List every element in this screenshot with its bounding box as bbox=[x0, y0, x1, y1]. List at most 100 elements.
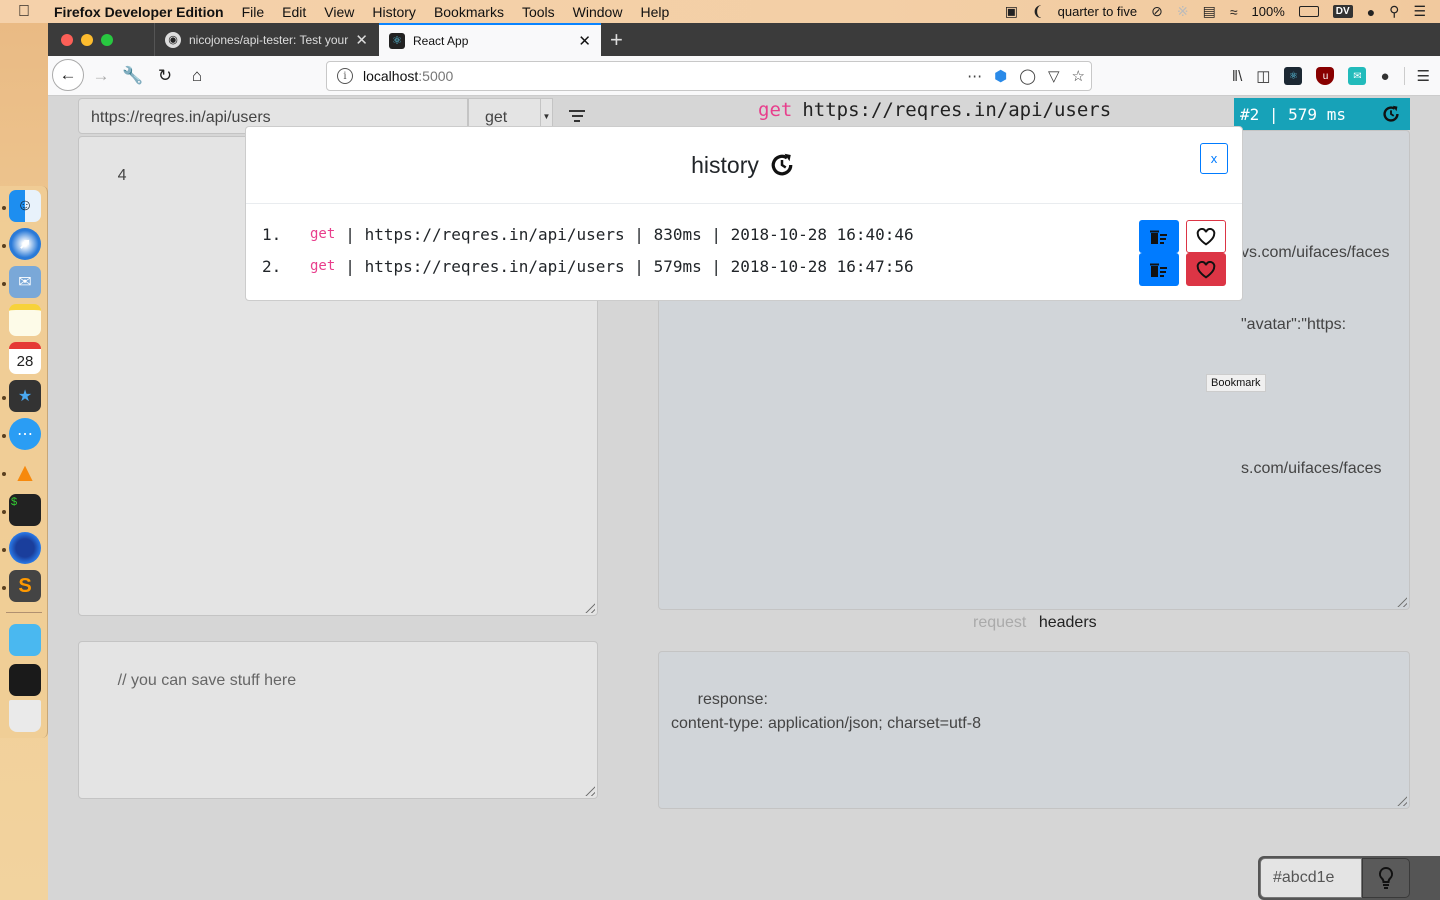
response-line: vs.com/uifaces/faces bbox=[1241, 244, 1390, 261]
email-extension-icon[interactable]: ✉ bbox=[1348, 67, 1367, 85]
minimize-window-button[interactable] bbox=[81, 34, 93, 46]
folder-icon[interactable] bbox=[9, 624, 41, 656]
delete-entry-button[interactable] bbox=[1139, 253, 1179, 286]
bookmark-entry-button-active[interactable] bbox=[1186, 253, 1226, 286]
dv-icon[interactable]: DV bbox=[1332, 5, 1353, 18]
reload-button[interactable]: ↻ bbox=[152, 63, 178, 89]
vlc-icon[interactable]: ▲ bbox=[9, 456, 41, 488]
ublock-icon[interactable]: u bbox=[1316, 67, 1335, 85]
menu-edit[interactable]: Edit bbox=[282, 4, 306, 20]
notes-editor[interactable]: // you can save stuff here bbox=[78, 641, 598, 799]
history-entry[interactable]: 1. get | https://reqres.in/api/users | 8… bbox=[262, 218, 1226, 250]
menubar-app-name[interactable]: Firefox Developer Edition bbox=[54, 4, 224, 20]
extension-dots-icon[interactable]: ● bbox=[1380, 68, 1389, 85]
resize-handle[interactable] bbox=[1395, 595, 1407, 607]
new-tab-button[interactable]: + bbox=[610, 27, 623, 53]
safari-icon[interactable]: ➚ bbox=[9, 228, 41, 260]
trash-icon[interactable] bbox=[9, 700, 41, 732]
history-icon[interactable] bbox=[1380, 103, 1402, 125]
filter-icon-line bbox=[571, 115, 583, 117]
filter-icon-line bbox=[574, 120, 580, 122]
separator: | bbox=[624, 224, 654, 244]
resize-handle[interactable] bbox=[583, 784, 595, 796]
resize-handle[interactable] bbox=[583, 601, 595, 613]
response-line: s.com/uifaces/faces bbox=[1241, 460, 1382, 477]
lightbulb-icon bbox=[1378, 866, 1394, 889]
apple-menu-icon[interactable]:  bbox=[18, 3, 40, 21]
notes-icon[interactable] bbox=[9, 304, 41, 336]
close-window-button[interactable] bbox=[61, 34, 73, 46]
bluetooth-icon[interactable]: ※ bbox=[1177, 3, 1189, 20]
bookmark-star-icon[interactable]: ☆ bbox=[1072, 67, 1085, 85]
entry-timestamp: 2018-10-28 16:40:46 bbox=[730, 224, 914, 244]
entry-time: 579ms bbox=[653, 256, 702, 276]
entry-timestamp: 2018-10-28 16:47:56 bbox=[730, 256, 914, 276]
address-bar[interactable]: i localhost:5000 ⋯ ⬢ ◯ ▽ ☆ bbox=[326, 61, 1092, 91]
mail-icon[interactable]: ✉ bbox=[9, 266, 41, 298]
home-button[interactable]: ⌂ bbox=[184, 63, 210, 89]
extension-icon[interactable]: ⬢ bbox=[994, 67, 1007, 85]
terminal-icon[interactable]: $ bbox=[9, 494, 41, 526]
wifi-icon[interactable]: ≈ bbox=[1230, 4, 1238, 20]
menu-file[interactable]: File bbox=[242, 4, 265, 20]
entry-index: 1. bbox=[262, 224, 282, 244]
nav-bar: ← → 🔧 ↻ ⌂ i localhost:5000 ⋯ ⬢ ◯ ▽ ☆ ‖\ … bbox=[48, 56, 1440, 96]
clock[interactable]: quarter to five bbox=[1058, 4, 1138, 19]
headers-toggle: request headers bbox=[973, 614, 1097, 632]
history-badge[interactable]: #2 | 579 ms bbox=[1234, 98, 1410, 130]
menu-bookmarks[interactable]: Bookmarks bbox=[434, 4, 504, 20]
tab-react-app[interactable]: ⚛ React App ✕ bbox=[379, 23, 601, 56]
toggle-headers[interactable]: headers bbox=[1039, 614, 1097, 631]
spotlight-search-icon[interactable]: ⚲ bbox=[1389, 3, 1399, 20]
tweezers-icon[interactable]: ❨ bbox=[1032, 3, 1044, 20]
theme-color-input[interactable]: #abcd1e bbox=[1260, 858, 1362, 898]
back-button[interactable]: ← bbox=[52, 59, 84, 91]
menu-view[interactable]: View bbox=[324, 4, 354, 20]
memory-icon[interactable]: ▤ bbox=[1203, 3, 1216, 20]
resize-handle[interactable] bbox=[1395, 794, 1407, 806]
forward-button[interactable]: → bbox=[88, 63, 114, 89]
react-devtools-icon[interactable]: ⚛ bbox=[1284, 67, 1303, 85]
method-value: get bbox=[485, 109, 508, 126]
pocket-icon[interactable]: ▽ bbox=[1048, 67, 1060, 85]
tab-github[interactable]: ◉ nicojones/api-tester: Test your API ✕ bbox=[154, 23, 378, 56]
messages-icon[interactable]: ⋯ bbox=[9, 418, 41, 450]
history-entry[interactable]: 2. get | https://reqres.in/api/users | 5… bbox=[262, 250, 1226, 282]
devtools-wrench-icon[interactable]: 🔧 bbox=[120, 63, 146, 89]
response-headers[interactable]: response: content-type: application/json… bbox=[658, 651, 1410, 809]
bookmark-entry-button[interactable] bbox=[1186, 220, 1226, 253]
close-tab-icon[interactable]: ✕ bbox=[355, 31, 368, 49]
sublime-text-icon[interactable]: S bbox=[9, 570, 41, 602]
battery-icon[interactable] bbox=[1298, 6, 1319, 17]
page-actions-icon[interactable]: ⋯ bbox=[967, 67, 982, 85]
bookmark-tooltip: Bookmark bbox=[1206, 374, 1266, 392]
lightbulb-icon[interactable]: ◯ bbox=[1019, 67, 1036, 85]
menu-history[interactable]: History bbox=[372, 4, 416, 20]
reeder-icon[interactable]: ★ bbox=[9, 380, 41, 412]
battery-percent: 100% bbox=[1251, 4, 1285, 19]
maximize-window-button[interactable] bbox=[101, 34, 113, 46]
menu-window[interactable]: Window bbox=[573, 4, 623, 20]
toggle-request[interactable]: request bbox=[973, 614, 1026, 631]
notification-list-icon[interactable]: ☰ bbox=[1413, 3, 1426, 20]
library-icon[interactable]: ‖\ bbox=[1232, 68, 1242, 85]
delete-entry-button[interactable] bbox=[1139, 220, 1179, 253]
sidebar-icon[interactable]: ◫ bbox=[1256, 67, 1270, 85]
bookmark-app-icon[interactable]: ▣ bbox=[1005, 3, 1018, 20]
finder-icon[interactable]: ☺ bbox=[9, 190, 41, 222]
time-machine-icon[interactable]: ⊘ bbox=[1151, 3, 1163, 20]
downloads-stack-icon[interactable] bbox=[9, 664, 41, 696]
theme-toggle-button[interactable] bbox=[1362, 858, 1410, 898]
body-text: 4 bbox=[117, 167, 127, 184]
hamburger-menu-icon[interactable]: ☰ bbox=[1403, 67, 1430, 85]
history-icon bbox=[771, 153, 793, 176]
site-info-icon[interactable]: i bbox=[337, 68, 353, 84]
badge-text: #2 | 579 ms bbox=[1240, 104, 1346, 124]
menu-tools[interactable]: Tools bbox=[522, 4, 555, 20]
user-icon[interactable]: ● bbox=[1367, 4, 1375, 20]
close-tab-icon[interactable]: ✕ bbox=[578, 32, 591, 50]
calendar-icon[interactable]: 28 bbox=[9, 342, 41, 374]
firefox-dev-icon[interactable] bbox=[9, 532, 41, 564]
menu-help[interactable]: Help bbox=[640, 4, 669, 20]
close-modal-button[interactable]: x bbox=[1200, 143, 1228, 174]
